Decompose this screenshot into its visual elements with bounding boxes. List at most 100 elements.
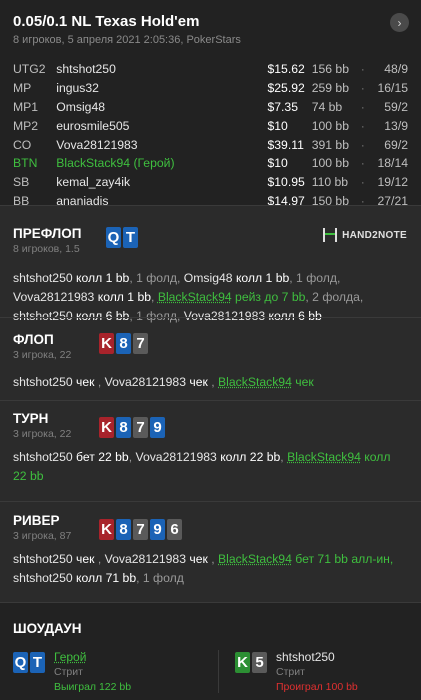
player-stack: $7.35 — [267, 99, 298, 114]
separator-dot: · — [360, 137, 365, 152]
player-row: MP ingus32 $25.92 259 bb · 16/15 — [13, 79, 408, 98]
street-turn: ТУРН 3 игрока, 22 K879 shtshot250 бет 22… — [0, 400, 421, 501]
action-text: чек — [76, 552, 95, 566]
player-stats: 16/15 — [377, 81, 409, 96]
player-row: MP1 Omsig48 $7.35 74 bb · 59/2 — [13, 98, 408, 117]
showdown-result: Проиграл 100 bb — [276, 681, 358, 693]
hand2note-logo: HAND2NOTE — [323, 228, 407, 242]
hand-header: 0.05/0.1 NL Texas Hold'em 8 игроков, 5 а… — [0, 0, 421, 208]
playing-card: Q — [13, 652, 28, 673]
street-flop: ФЛОП 3 игрока, 22 K87 shtshot250 чек , V… — [0, 317, 421, 400]
board-cards: K87 — [99, 333, 148, 354]
player-name[interactable]: Vova28121983 — [56, 138, 267, 152]
showdown-hand: Стрит — [54, 666, 83, 678]
action-text: рейз до 7 bb — [231, 290, 306, 304]
playing-card: K — [99, 519, 114, 540]
hand2note-logo-icon — [323, 228, 338, 242]
action-player[interactable]: BlackStack94 — [218, 552, 292, 566]
playing-card: 6 — [167, 519, 182, 540]
player-name[interactable]: Omsig48 — [56, 100, 267, 114]
action-text: колл 71 bb — [76, 571, 137, 585]
action-player: shtshot250 — [13, 450, 77, 464]
board-cards: QT — [106, 227, 138, 248]
player-row: UTG2 shtshot250 $15.62 156 bb · 48/9 — [13, 60, 408, 79]
action-text: чек — [291, 375, 314, 389]
playing-card: T — [30, 652, 45, 673]
playing-card: 7 — [133, 417, 148, 438]
action-text: колл 1 bb — [97, 290, 152, 304]
player-stats: 19/12 — [377, 175, 409, 190]
player-stack: $39.11 — [267, 137, 304, 152]
action-text: бет 22 bb — [76, 450, 129, 464]
hole-cards: K5 — [235, 652, 267, 693]
player-stack-bb: 74 bb — [311, 99, 343, 114]
action-text: чек — [189, 375, 208, 389]
playing-card: K — [99, 417, 114, 438]
action-player: shtshot250 — [13, 552, 77, 566]
showdown-player-name[interactable]: Герой — [54, 650, 131, 664]
player-stack: $25.92 — [267, 81, 305, 96]
playing-card: 8 — [116, 519, 131, 540]
action-player: Vova28121983 — [104, 552, 190, 566]
action-text: , — [94, 552, 105, 566]
action-text: , 1 фолд, — [289, 271, 341, 285]
action-text: , — [207, 552, 219, 566]
action-text: колл 22 bb — [220, 450, 281, 464]
action-player: shtshot250 — [13, 375, 77, 389]
player-position: UTG2 — [13, 62, 46, 77]
action-player[interactable]: BlackStack94 — [287, 450, 361, 464]
player-stack-bb: 391 bb — [311, 137, 349, 152]
street-sub: 8 игроков, 1.5 — [13, 243, 80, 255]
street-title: ТУРН — [13, 411, 49, 426]
player-name[interactable]: shtshot250 — [56, 62, 267, 76]
player-position: MP2 — [13, 118, 39, 133]
player-stats: 59/2 — [384, 99, 408, 114]
playing-card: Q — [106, 227, 121, 248]
player-position: MP — [13, 81, 32, 96]
action-player: Vova28121983 — [13, 290, 98, 304]
player-position: MP1 — [13, 99, 39, 114]
action-text: чек — [189, 552, 208, 566]
street-sub: 3 игрока, 87 — [13, 530, 72, 542]
separator-dot: · — [360, 118, 365, 133]
player-name[interactable]: kemal_zay4ik — [56, 175, 267, 189]
separator-dot: · — [360, 62, 365, 77]
player-stats: 48/9 — [384, 62, 408, 77]
player-stack: $10 — [267, 156, 288, 171]
action-text: , 1 фолд, — [129, 271, 184, 285]
showdown-hero: QT Герой Стрит Выиграл 122 bb — [13, 650, 218, 693]
action-text: 22 bb — [13, 469, 44, 483]
playing-card: T — [123, 227, 138, 248]
playing-card: 8 — [116, 333, 131, 354]
action-player: Omsig48 — [183, 271, 236, 285]
player-row: CO Vova28121983 $39.11 391 bb · 69/2 — [13, 135, 408, 154]
player-name[interactable]: ingus32 — [56, 81, 267, 95]
logo-text: HAND2NOTE — [342, 229, 407, 241]
action-player[interactable]: BlackStack94 — [218, 375, 292, 389]
player-stack: $15.62 — [267, 62, 305, 77]
action-player[interactable]: BlackStack94 — [158, 290, 232, 304]
player-row: SB kemal_zay4ik $10.95 110 bb · 19/12 — [13, 173, 408, 192]
player-row: MP2 eurosmile505 $10 100 bb · 13/9 — [13, 116, 408, 135]
player-name[interactable]: eurosmile505 — [56, 119, 267, 133]
playing-card: 5 — [252, 652, 267, 673]
player-stack-bb: 156 bb — [311, 62, 349, 77]
action-text: бет 71 bb алл-ин, — [291, 552, 394, 566]
player-position: CO — [13, 137, 32, 152]
street-actions: shtshot250 чек , Vova28121983 чек , Blac… — [13, 373, 408, 392]
playing-card: 7 — [133, 333, 148, 354]
hole-cards: QT — [13, 652, 45, 693]
action-text: , 2 фолда, — [305, 290, 364, 304]
player-name[interactable]: BlackStack94 (Герой) — [56, 156, 267, 170]
hand-subtitle: 8 игроков, 5 апреля 2021 2:05:36, PokerS… — [13, 34, 241, 46]
street-preflop: ПРЕФЛОП 8 игроков, 1.5 QT HAND2NOTE shts… — [0, 205, 421, 323]
showdown-villain: K5 shtshot250 Стрит Проиграл 100 bb — [218, 650, 408, 693]
player-stats: 69/2 — [384, 137, 408, 152]
action-player: shtshot250 — [13, 271, 77, 285]
action-player: Vova28121983 — [104, 375, 190, 389]
chevron-right-icon[interactable]: › — [390, 13, 409, 32]
player-row: BTN BlackStack94 (Герой) $10 100 bb · 18/14 — [13, 154, 408, 173]
action-text: чек — [76, 375, 95, 389]
player-stats: 13/9 — [384, 118, 408, 133]
player-stack-bb: 100 bb — [311, 118, 349, 133]
